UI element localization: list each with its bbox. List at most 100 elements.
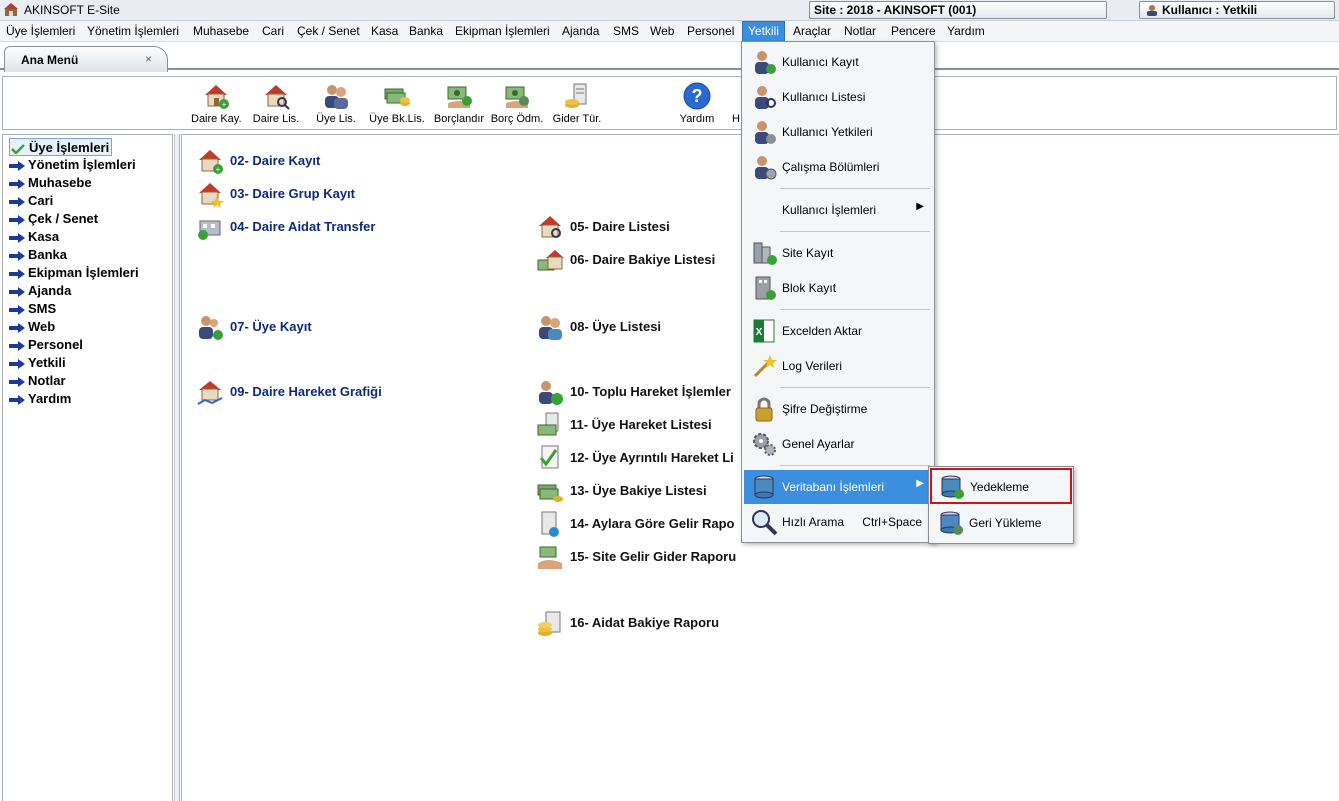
menu-araclar[interactable]: Araçlar: [788, 21, 836, 42]
splitter[interactable]: [174, 134, 180, 801]
daire-listesi-button[interactable]: Daire Lis.: [251, 81, 301, 127]
borclandir-button[interactable]: Borçlandır: [431, 81, 487, 127]
toolbar-label: Daire Lis.: [252, 113, 300, 125]
sidebar-item-ajanda[interactable]: Ajanda: [9, 282, 71, 300]
menu-item-excelden-aktar[interactable]: X Excelden Aktar: [744, 314, 932, 348]
link-toplu-hareket-islemleri[interactable]: 10- Toplu Hareket İşlemler: [536, 378, 746, 406]
menu-item-genel-ayarlar[interactable]: Genel Ayarlar: [744, 427, 932, 461]
menu-item-geri-yukleme[interactable]: Geri Yükleme: [931, 506, 1071, 540]
menu-muhasebe[interactable]: Muhasebe: [188, 21, 254, 42]
menu-cek-senet[interactable]: Çek / Senet: [292, 21, 365, 42]
menu-banka[interactable]: Banka: [404, 21, 448, 42]
sidebar-item-banka[interactable]: Banka: [9, 246, 67, 264]
gider-turleri-button[interactable]: Gider Tür.: [551, 81, 603, 127]
link-aidat-bakiye-raporu[interactable]: 16- Aidat Bakiye Raporu: [536, 609, 756, 637]
sidebar-item-sms[interactable]: SMS: [9, 300, 56, 318]
menu-separator: [780, 188, 930, 189]
menu-kasa[interactable]: Kasa: [366, 21, 403, 42]
link-uye-listesi[interactable]: 08- Üye Listesi: [536, 313, 716, 341]
menu-item-yedekleme[interactable]: Yedekleme: [930, 468, 1072, 504]
menu-yonetim-islemleri[interactable]: Yönetim İşlemleri: [82, 21, 184, 42]
daire-kayit-button[interactable]: + Daire Kay.: [191, 81, 242, 127]
arrow-right-icon: [9, 178, 25, 189]
coins-document-icon: [538, 611, 561, 636]
help-icon: ?: [683, 82, 711, 110]
link-aylara-gore-gelir-raporu[interactable]: 14- Aylara Göre Gelir Rapo: [536, 510, 746, 538]
user-info-label: Kullanıcı : Yetkili: [1162, 3, 1258, 17]
site-info-box[interactable]: Site : 2018 - AKINSOFT (001): [809, 1, 1107, 19]
sidebar-item-label: Ajanda: [28, 283, 72, 298]
link-daire-bakiye-listesi[interactable]: 06- Daire Bakiye Listesi: [536, 246, 776, 274]
users-icon: [325, 85, 348, 109]
menu-item-label: Blok Kayıt: [782, 281, 837, 295]
menu-item-kullanici-listesi[interactable]: Kullanıcı Listesi: [744, 80, 932, 114]
menu-ajanda[interactable]: Ajanda: [557, 21, 604, 42]
sidebar-item-web[interactable]: Web: [9, 318, 55, 336]
menu-item-sifre-degistirme[interactable]: Şifre Değiştirme: [744, 392, 932, 426]
sidebar-item-personel[interactable]: Personel: [9, 336, 83, 354]
menu-ekipman-islemleri[interactable]: Ekipman İşlemleri: [450, 21, 555, 42]
sidebar-item-yetkili[interactable]: Yetkili: [9, 354, 66, 372]
menu-item-kullanici-yetkileri[interactable]: Kullanıcı Yetkileri: [744, 115, 932, 149]
menu-item-label: Kullanıcı Kayıt: [782, 55, 859, 69]
arrow-right-icon: [9, 394, 25, 405]
link-site-gelir-gider-raporu[interactable]: 15- Site Gelir Gider Raporu: [536, 543, 756, 571]
menu-uye-islemleri[interactable]: Üye İşlemleri: [1, 21, 80, 42]
link-uye-kayit[interactable]: 07- Üye Kayıt: [196, 313, 376, 341]
menu-cari[interactable]: Cari: [257, 21, 289, 42]
menu-item-hizli-arama[interactable]: Hızlı Arama Ctrl+Space: [744, 505, 932, 539]
app-title: AKINSOFT E-Site: [24, 3, 120, 17]
sidebar-item-notlar[interactable]: Notlar: [9, 372, 66, 390]
link-daire-grup-kayit[interactable]: 03- Daire Grup Kayıt: [196, 180, 396, 208]
menu-yardim[interactable]: Yardım: [942, 21, 990, 42]
tab-ana-menu[interactable]: Ana Menü ×: [4, 46, 168, 72]
close-icon[interactable]: ×: [145, 52, 152, 66]
uye-bakiye-listesi-button[interactable]: Üye Bk.Lis.: [367, 81, 427, 127]
user-icon: [1147, 5, 1157, 16]
toolbar-label: Borç Ödm.: [490, 113, 544, 125]
user-info-box[interactable]: Kullanıcı : Yetkili: [1139, 1, 1335, 19]
menu-item-kullanici-kayit[interactable]: Kullanıcı Kayıt: [744, 45, 932, 79]
toolbar-label: Daire Kay.: [191, 113, 242, 125]
menu-personel[interactable]: Personel: [682, 21, 739, 42]
uye-listesi-button[interactable]: Üye Lis.: [313, 81, 359, 127]
arrow-right-icon: [9, 304, 25, 315]
house-money-icon: [537, 250, 564, 271]
menu-item-blok-kayit[interactable]: Blok Kayıt: [744, 271, 932, 305]
sidebar-item-yonetim-islemleri[interactable]: Yönetim İşlemleri: [9, 156, 136, 174]
sidebar-item-label: Cari: [28, 193, 54, 208]
menu-item-label: Kullanıcı Listesi: [782, 90, 866, 104]
menu-item-label: Yedekleme: [970, 480, 1029, 494]
tab-strip: Ana Menü ×: [0, 42, 1339, 72]
money-hand-icon: [447, 86, 472, 108]
menu-item-site-kayit[interactable]: Site Kayıt: [744, 236, 932, 270]
menu-notlar[interactable]: Notlar: [839, 21, 881, 42]
menu-yetkili[interactable]: Yetkili: [742, 21, 785, 42]
excel-icon: X: [753, 319, 775, 343]
link-daire-aidat-transfer[interactable]: 04- Daire Aidat Transfer: [196, 213, 436, 241]
menu-item-kullanici-islemleri[interactable]: Kullanıcı İşlemleri ▶: [744, 193, 932, 227]
sidebar-item-ekipman-islemleri[interactable]: Ekipman İşlemleri: [9, 264, 139, 282]
sidebar-item-muhasebe[interactable]: Muhasebe: [9, 174, 92, 192]
menu-sms[interactable]: SMS: [608, 21, 644, 42]
menu-item-label: Genel Ayarlar: [782, 437, 855, 451]
sidebar-item-cari[interactable]: Cari: [9, 192, 53, 210]
sidebar-item-cek-senet[interactable]: Çek / Senet: [9, 210, 98, 228]
menu-item-calisma-bolumleri[interactable]: Çalışma Bölümleri: [744, 150, 932, 184]
magnifier-icon: [752, 510, 778, 536]
link-daire-hareket-grafigi[interactable]: 09- Daire Hareket Grafiği: [196, 378, 456, 406]
menu-item-veritabani-islemleri[interactable]: Veritabanı İşlemleri ▶: [744, 470, 932, 504]
link-uye-bakiye-listesi[interactable]: 13- Üye Bakiye Listesi: [536, 477, 746, 505]
link-uye-hareket-listesi[interactable]: 11- Üye Hareket Listesi: [536, 411, 746, 439]
link-uye-ayrintili-hareket[interactable]: 12- Üye Ayrıntılı Hareket Li: [536, 444, 746, 472]
borc-odeme-button[interactable]: Borç Ödm.: [489, 81, 545, 127]
menu-item-log-verileri[interactable]: Log Verileri: [744, 349, 932, 383]
link-daire-listesi[interactable]: 05- Daire Listesi: [536, 213, 716, 241]
link-daire-kayit[interactable]: + 02- Daire Kayıt: [196, 147, 376, 175]
sidebar-item-kasa[interactable]: Kasa: [9, 228, 59, 246]
sidebar-item-yardim[interactable]: Yardım: [9, 390, 71, 408]
yardim-button[interactable]: ? Yardım: [677, 81, 717, 127]
sidebar-item-uye-islemleri[interactable]: Üye İşlemleri: [9, 138, 113, 156]
menu-web[interactable]: Web: [645, 21, 679, 42]
menu-pencere[interactable]: Pencere: [886, 21, 941, 42]
